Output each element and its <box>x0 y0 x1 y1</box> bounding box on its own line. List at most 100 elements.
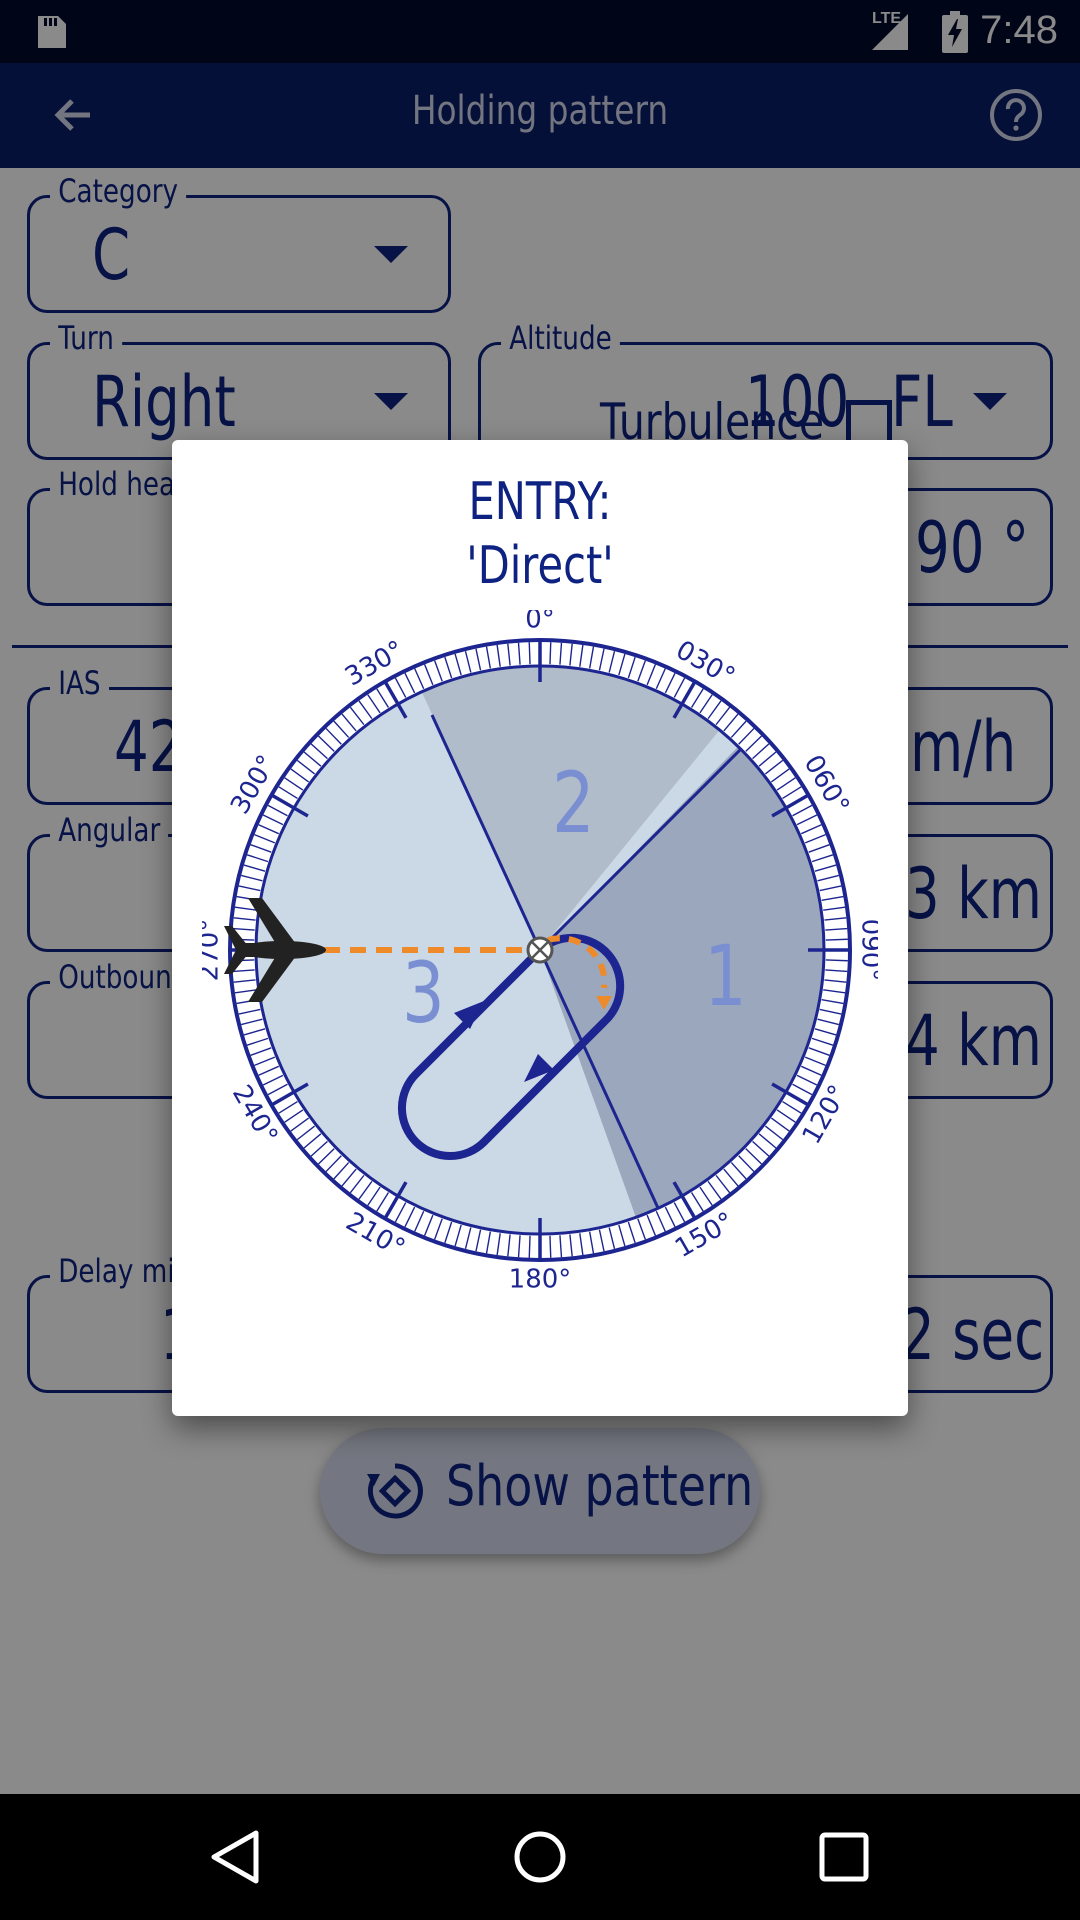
compass-tick <box>358 700 373 720</box>
compass-tick <box>811 854 834 863</box>
compass-tick <box>792 1083 813 1096</box>
compass-tick <box>782 786 802 800</box>
compass-tick <box>825 969 848 973</box>
compass-tick <box>258 1065 280 1076</box>
compass-tick <box>549 642 552 665</box>
compass-tick <box>496 644 501 667</box>
compass-tick <box>776 1109 796 1123</box>
compass-tick <box>819 1008 842 1015</box>
entry-type: 'Direct' <box>466 536 614 596</box>
compass-tick <box>246 854 269 863</box>
compass-tick <box>764 1125 784 1141</box>
compass-tick <box>240 1018 263 1026</box>
compass-tick <box>464 650 472 673</box>
compass-tick <box>608 650 616 673</box>
compass-tick <box>267 1083 288 1096</box>
compass-tick <box>367 1186 381 1206</box>
compass-tick <box>238 885 261 892</box>
compass-label: 270° <box>202 919 225 982</box>
compass-tick <box>349 1174 365 1194</box>
compass-tick <box>814 864 837 872</box>
compass-tick <box>376 1192 390 1212</box>
compass-tick <box>278 1100 298 1114</box>
compass-tick <box>824 917 847 921</box>
compass-tick <box>559 642 563 665</box>
navigation-bar <box>0 1794 1080 1920</box>
compass-tick <box>811 1037 834 1046</box>
compass-tick <box>528 1235 531 1258</box>
compass-tick <box>258 824 280 835</box>
compass-tick <box>752 1140 770 1157</box>
compass-tick <box>414 668 425 690</box>
compass-tick <box>723 713 739 732</box>
sector-3-label: 3 <box>402 944 445 1042</box>
compass-tick <box>588 1231 595 1254</box>
holding-fix-icon <box>526 936 554 964</box>
compass-tick <box>404 672 416 694</box>
compass-tick <box>528 642 531 665</box>
back-nav-icon[interactable] <box>206 1827 266 1887</box>
compass-tick <box>233 917 256 921</box>
compass-tick <box>549 1235 552 1258</box>
compass-tick <box>699 1186 713 1206</box>
compass-tick <box>243 1028 266 1036</box>
compass-tick <box>464 1227 472 1250</box>
compass-tick <box>690 1192 704 1212</box>
compass-tick <box>423 664 434 686</box>
compass-tick <box>825 927 848 931</box>
compass-tick <box>646 1214 657 1236</box>
compass-tick <box>823 989 846 994</box>
compass-tick <box>243 864 266 872</box>
compass-tick <box>738 727 755 745</box>
compass-tick <box>723 1168 739 1187</box>
compass-tick <box>707 700 722 720</box>
compass-tick <box>507 643 511 666</box>
compass-tick <box>821 998 844 1005</box>
compass-tick <box>310 1140 328 1157</box>
compass-tick <box>808 1047 830 1056</box>
compass-tick <box>507 1234 511 1257</box>
compass-tick <box>333 1162 350 1180</box>
compass-tick <box>234 989 257 994</box>
compass-tick <box>824 979 847 983</box>
compass-tick <box>796 814 818 826</box>
compass-tick <box>262 814 284 826</box>
compass-tick <box>254 1056 276 1067</box>
entry-label: ENTRY: <box>468 472 612 532</box>
compass-tick <box>232 969 255 973</box>
compass-tick <box>579 644 584 667</box>
compass-tick <box>333 720 350 738</box>
compass-tick <box>664 1206 676 1228</box>
compass-tick <box>454 1224 462 1247</box>
compass-tick <box>673 677 686 698</box>
compass-tick <box>303 1133 322 1149</box>
compass-tick <box>764 759 784 775</box>
compass-tick <box>730 1162 747 1180</box>
compass-tick <box>250 844 272 853</box>
compass-tick <box>559 1235 563 1258</box>
compass-tick <box>819 885 842 892</box>
compass-tick <box>394 677 407 698</box>
compass-tick <box>267 804 288 817</box>
home-nav-icon[interactable] <box>510 1827 570 1887</box>
compass-tick <box>485 646 492 669</box>
compass-tick <box>825 938 848 941</box>
compass-tick <box>796 1074 818 1086</box>
compass-tick <box>569 643 573 666</box>
compass-tick <box>284 1109 304 1123</box>
compass-tick <box>278 786 298 800</box>
compass-tick <box>637 660 646 682</box>
compass-tick <box>715 1174 731 1194</box>
compass-tick <box>414 1210 425 1232</box>
compass-tick <box>325 1155 342 1173</box>
recents-nav-icon[interactable] <box>814 1827 874 1887</box>
compass-tick <box>627 1221 636 1244</box>
compass-tick <box>758 751 777 767</box>
compass-tick <box>254 833 276 844</box>
compass-tick <box>284 777 304 791</box>
compass-tick <box>825 959 848 962</box>
compass-tick <box>637 1218 646 1240</box>
compass-tick <box>485 1231 492 1254</box>
compass-tick <box>655 668 666 690</box>
compass-tick <box>782 1100 802 1114</box>
